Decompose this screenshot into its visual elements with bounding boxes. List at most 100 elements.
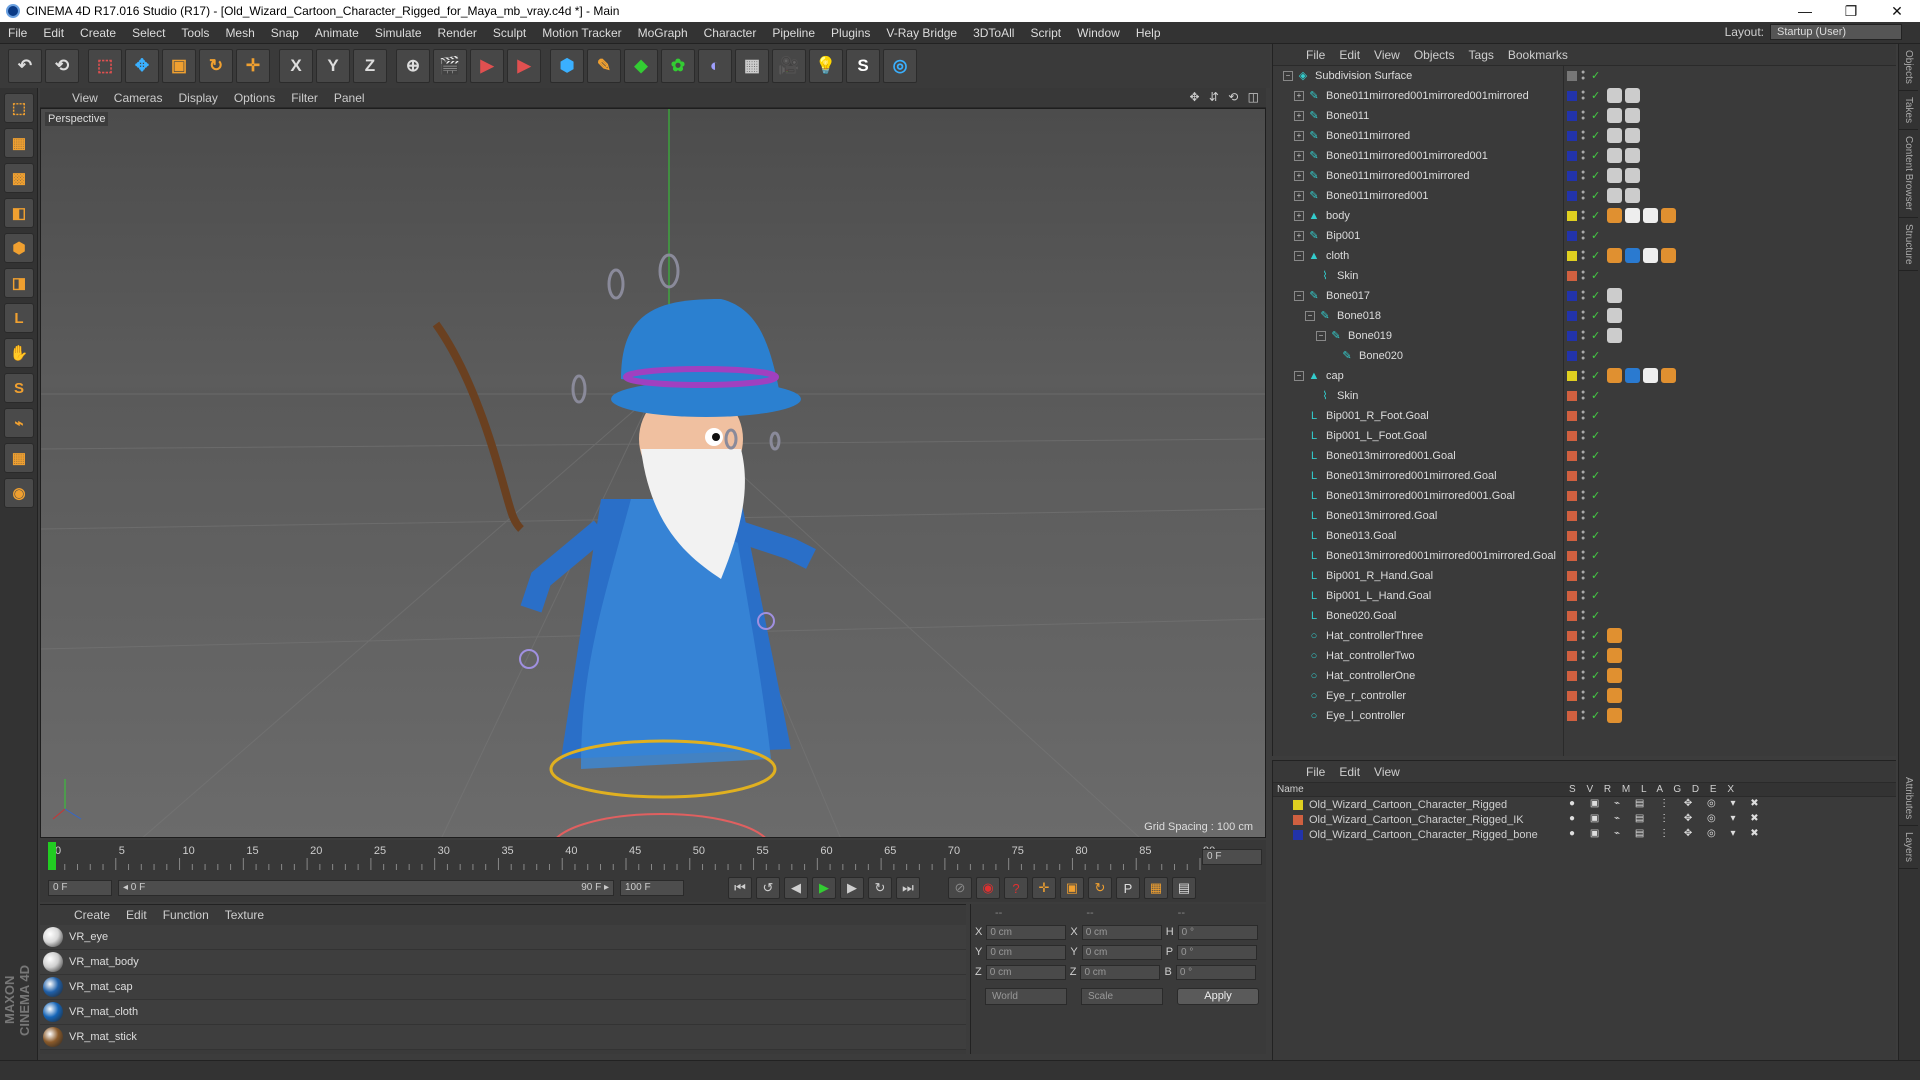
right-tab-structure[interactable]: Structure [1899,218,1918,272]
key-tool-icon-2[interactable]: ? [1004,877,1028,899]
transport-icon-1[interactable]: ↺ [756,877,780,899]
enabled-check-icon[interactable]: ✓ [1591,669,1600,682]
object-menu-bookmarks[interactable]: Bookmarks [1501,48,1575,62]
toolbar-tool-icon-10[interactable]: ⊕ [396,49,430,83]
object-row[interactable]: − ◈ Subdivision Surface ● ● ✓ [1273,66,1896,86]
layer-color-swatch[interactable] [1567,671,1577,681]
object-row[interactable]: L Bip001_R_Hand.Goal ● ● ✓ [1273,566,1896,586]
menu-edit[interactable]: Edit [35,26,72,40]
enabled-check-icon[interactable]: ✓ [1591,269,1600,282]
expand-toggle-icon[interactable]: − [1305,311,1315,321]
left-tool-icon-2[interactable]: ▩ [4,163,34,193]
layer-color-swatch[interactable] [1567,131,1577,141]
object-row[interactable]: L Bone013mirrored001mirrored001mirrored.G… [1273,546,1896,566]
object-row[interactable]: + ✎ Bone011mirrored001mirrored ● ● ✓ [1273,166,1896,186]
coord-field-a[interactable]: 0 cm [986,924,1067,940]
layer-color-swatch[interactable] [1567,571,1577,581]
toolbar-tool-icon-18[interactable]: ◐ [698,49,732,83]
object-row[interactable]: ○ Eye_l_controller ● ● ✓ [1273,706,1896,726]
enabled-check-icon[interactable]: ✓ [1591,369,1600,382]
material-row[interactable]: VR_eye [40,925,966,950]
right-tab-content-browser[interactable]: Content Browser [1899,130,1918,218]
expand-toggle-icon[interactable]: − [1283,71,1293,81]
object-row[interactable]: + ✎ Bone011 ● ● ✓ [1273,106,1896,126]
left-tool-icon-1[interactable]: ▦ [4,128,34,158]
transport-icon-6[interactable]: ⏭ [896,877,920,899]
enabled-check-icon[interactable]: ✓ [1591,169,1600,182]
layer-color-swatch[interactable] [1567,691,1577,701]
object-row[interactable]: + ▲ body ● ● ✓ [1273,206,1896,226]
expand-toggle-icon[interactable]: − [1294,291,1304,301]
viewport[interactable]: Perspective Grid Spacing : 100 cm [40,108,1266,838]
layer-color-swatch[interactable] [1567,311,1577,321]
object-row[interactable]: ○ Hat_controllerTwo ● ● ✓ [1273,646,1896,666]
enabled-check-icon[interactable]: ✓ [1591,489,1600,502]
right-tab-objects[interactable]: Objects [1899,44,1918,91]
layer-color-swatch[interactable] [1567,551,1577,561]
object-menu-file[interactable]: File [1299,48,1332,62]
layer-color-swatch[interactable] [1567,151,1577,161]
toolbar-tool-icon-7[interactable]: X [279,49,313,83]
expand-toggle-icon[interactable]: − [1316,331,1326,341]
object-row[interactable]: L Bone013mirrored.Goal ● ● ✓ [1273,506,1896,526]
tag-icon[interactable] [1607,648,1622,663]
enabled-check-icon[interactable]: ✓ [1591,449,1600,462]
tag-icon[interactable] [1607,628,1622,643]
enabled-check-icon[interactable]: ✓ [1591,469,1600,482]
object-row[interactable]: ○ Eye_r_controller ● ● ✓ [1273,686,1896,706]
end-frame-field[interactable]: 100 F [620,880,684,896]
transport-icon-3[interactable]: ▶ [812,877,836,899]
layer-row[interactable]: Old_Wizard_Cartoon_Character_Rigged_IK ● … [1273,812,1896,827]
expand-toggle-icon[interactable]: + [1294,111,1304,121]
menu-animate[interactable]: Animate [307,26,367,40]
material-menu-create[interactable]: Create [66,908,118,922]
menu-mograph[interactable]: MoGraph [630,26,696,40]
object-row[interactable]: − ▲ cap ● ● ✓ [1273,366,1896,386]
menu-help[interactable]: Help [1128,26,1169,40]
enabled-check-icon[interactable]: ✓ [1591,69,1600,82]
visibility-dots-icon[interactable]: ● ● [1581,309,1585,322]
object-row[interactable]: − ✎ Bone019 ● ● ✓ [1273,326,1896,346]
toolbar-tool-icon-17[interactable]: ✿ [661,49,695,83]
tag-icon[interactable] [1625,248,1640,263]
visibility-dots-icon[interactable]: ● ● [1581,409,1585,422]
right-tab-attributes[interactable]: Attributes [1899,771,1918,827]
object-row[interactable]: + ✎ Bone011mirrored001mirrored001 ● ● ✓ [1273,146,1896,166]
tag-icon[interactable] [1625,148,1640,163]
toolbar-tool-icon-8[interactable]: Y [316,49,350,83]
toolbar-tool-icon-11[interactable]: 🎬 [433,49,467,83]
enabled-check-icon[interactable]: ✓ [1591,249,1600,262]
layer-color-swatch[interactable] [1567,711,1577,721]
visibility-dots-icon[interactable]: ● ● [1581,189,1585,202]
layer-color-swatch[interactable] [1567,171,1577,181]
object-row[interactable]: − ✎ Bone018 ● ● ✓ [1273,306,1896,326]
menu-window[interactable]: Window [1069,26,1128,40]
tag-icon[interactable] [1625,108,1640,123]
visibility-dots-icon[interactable]: ● ● [1581,389,1585,402]
layer-color-swatch[interactable] [1567,491,1577,501]
menu-pipeline[interactable]: Pipeline [764,26,823,40]
layer-color-swatch[interactable] [1567,251,1577,261]
playhead[interactable] [48,842,56,870]
enabled-check-icon[interactable]: ✓ [1591,409,1600,422]
visibility-dots-icon[interactable]: ● ● [1581,129,1585,142]
viewport-nav-icons[interactable]: ✥ ⇵ ⟲ ◫ [1189,90,1262,104]
menu-v-ray-bridge[interactable]: V-Ray Bridge [878,26,965,40]
enabled-check-icon[interactable]: ✓ [1591,629,1600,642]
layer-color-swatch[interactable] [1567,111,1577,121]
enabled-check-icon[interactable]: ✓ [1591,429,1600,442]
viewport-menu-view[interactable]: View [64,91,106,105]
visibility-dots-icon[interactable]: ● ● [1581,149,1585,162]
toolbar-tool-icon-1[interactable]: ⟲ [45,49,79,83]
visibility-dots-icon[interactable]: ● ● [1581,289,1585,302]
toolbar-tool-icon-19[interactable]: ▦ [735,49,769,83]
expand-toggle-icon[interactable]: + [1294,131,1304,141]
world-dropdown[interactable]: World [985,987,1067,1005]
visibility-dots-icon[interactable]: ● ● [1581,569,1585,582]
viewport-menu-filter[interactable]: Filter [283,91,326,105]
apply-button[interactable]: Apply [1177,987,1259,1005]
menu-script[interactable]: Script [1022,26,1069,40]
layer-color-swatch[interactable] [1567,71,1577,81]
coord-field-b[interactable]: 0 cm [1081,924,1162,940]
object-row[interactable]: L Bone013mirrored001mirrored001.Goal ● ● ✓ [1273,486,1896,506]
